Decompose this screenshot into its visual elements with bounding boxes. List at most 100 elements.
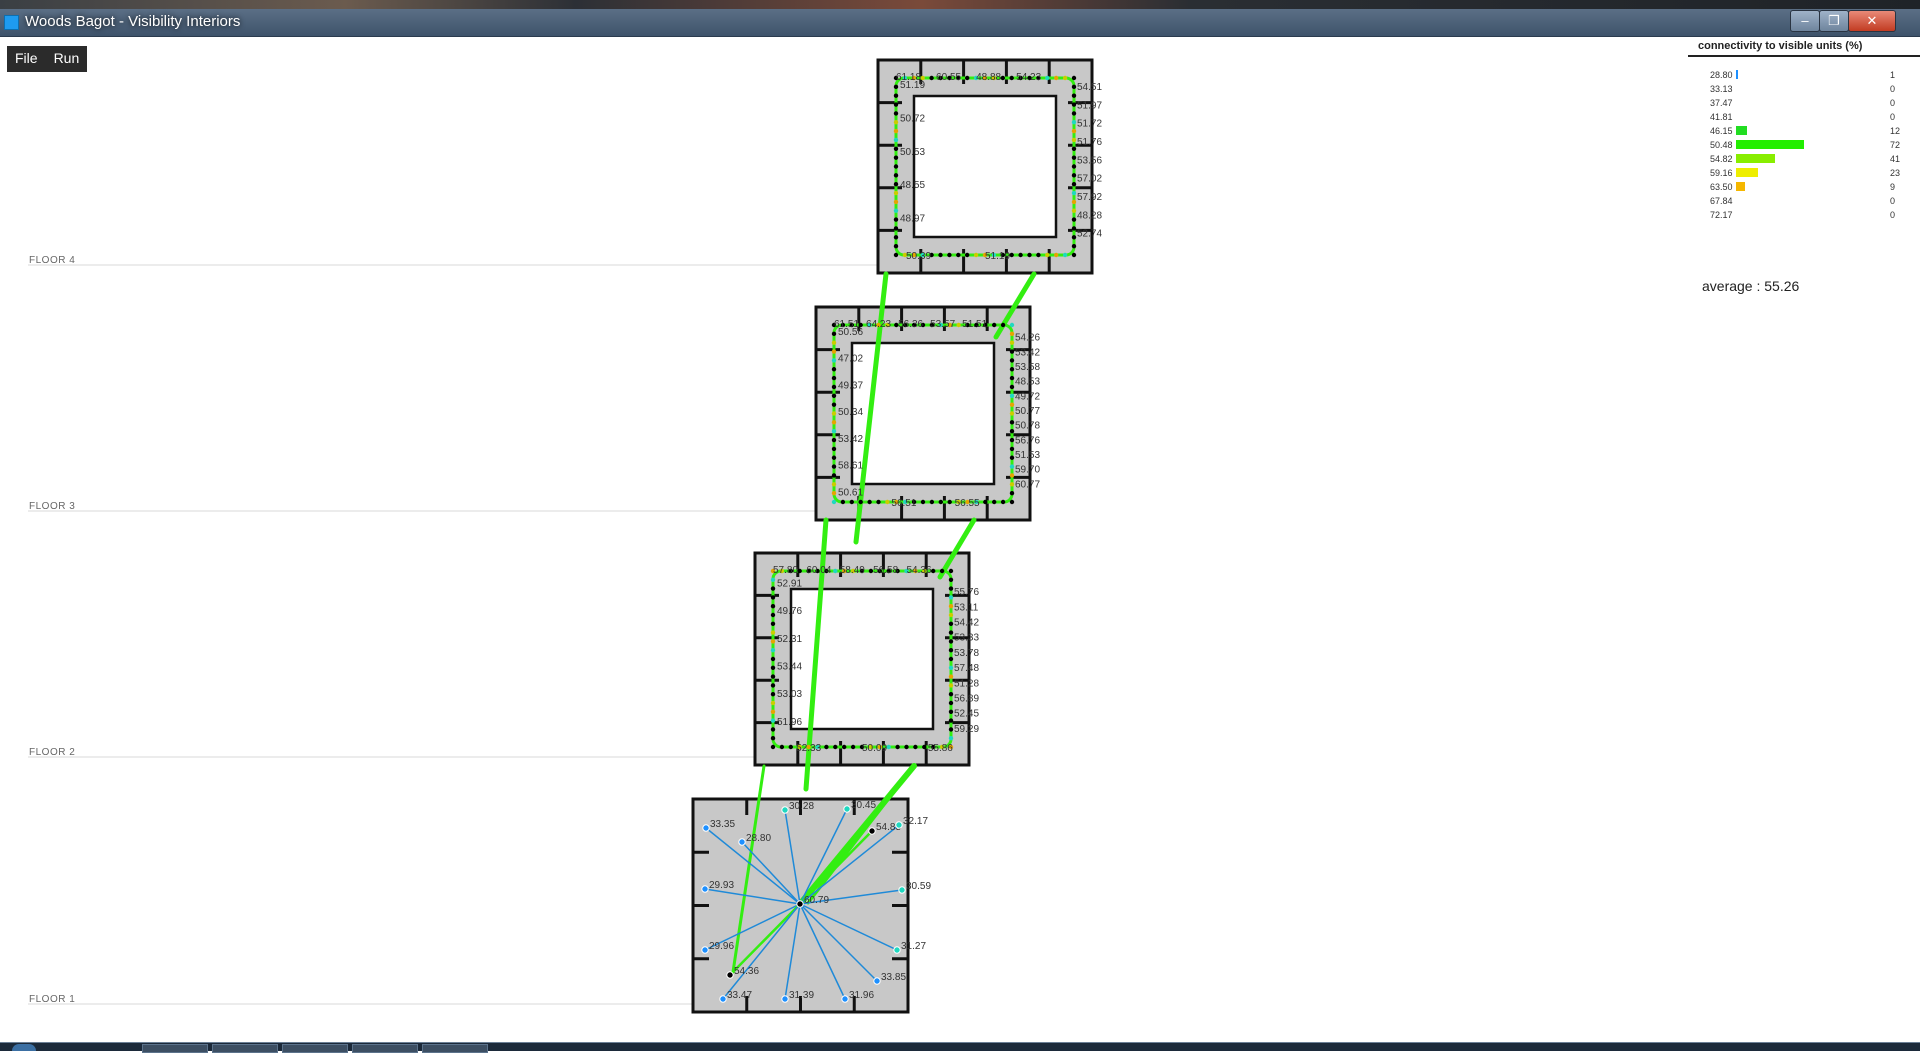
point-label: 53.44: [777, 662, 802, 673]
point-label: 51.76: [1077, 137, 1102, 148]
analysis-point: [893, 155, 899, 160]
analysis-point: [1009, 402, 1015, 407]
close-button[interactable]: ✕: [1848, 10, 1896, 32]
bin-value: 72.17: [1710, 210, 1733, 220]
analysis-point: [1009, 437, 1015, 443]
floor1-point: [796, 900, 804, 908]
analysis-point: [1054, 252, 1059, 258]
point-label: 58.61: [838, 461, 863, 472]
point-label: 51.51: [962, 319, 987, 330]
analysis-point: [831, 437, 837, 443]
analysis-point: [893, 243, 899, 249]
analysis-point: [1009, 349, 1015, 354]
taskbar-app[interactable]: [282, 1044, 348, 1053]
average-value: average : 55.26: [1702, 278, 1800, 294]
analysis-point: [948, 665, 954, 670]
point-label: 54.51: [1077, 82, 1102, 93]
floor1-point-label: 33.47: [727, 990, 752, 1001]
floor1-point-label: 33.35: [710, 819, 735, 830]
taskbar-app[interactable]: [212, 1044, 278, 1053]
visibility-canvas[interactable]: FLOOR 4FLOOR 3FLOOR 2FLOOR 1 61.18 60.55 4…: [0, 37, 1680, 1037]
point-label: 52.74: [1077, 229, 1102, 240]
floor-plans: [691, 58, 1094, 1014]
analysis-point: [1009, 331, 1015, 337]
histogram-row: 72.17 0: [1688, 208, 1920, 222]
analysis-point: [831, 464, 837, 469]
point-label: 48.88: [976, 72, 1001, 83]
connectivity-legend: connectivity to visible units (%) 28.80 1…: [1688, 38, 1920, 294]
point-label: 55.86: [928, 743, 953, 754]
point-label: 53.03: [777, 689, 802, 700]
analysis-point: [1009, 358, 1015, 363]
analysis-point: [770, 665, 776, 670]
analysis-point: [893, 128, 899, 134]
analysis-point: [922, 744, 927, 750]
floor1-point: [781, 995, 789, 1003]
analysis-point: [831, 411, 837, 416]
point-label: 47.02: [838, 354, 863, 365]
analysis-point: [1009, 75, 1014, 81]
analysis-point: [1009, 473, 1015, 478]
analysis-point: [1071, 208, 1077, 213]
point-label: 51.19: [900, 80, 925, 91]
taskbar-app[interactable]: [142, 1044, 208, 1053]
analysis-point: [948, 683, 954, 688]
floor1-point-label: 54.36: [734, 966, 759, 977]
floor1-point: [873, 977, 881, 985]
bin-bar: [1736, 182, 1745, 191]
point-label: 53.58: [1015, 362, 1040, 373]
bin-count: 12: [1890, 126, 1901, 136]
taskbar-app[interactable]: [352, 1044, 418, 1053]
analysis-point: [1009, 393, 1015, 398]
analysis-point: [956, 322, 961, 328]
bin-value: 59.16: [1710, 168, 1733, 178]
point-label: 48.55: [900, 180, 925, 191]
analysis-point: [1009, 490, 1015, 496]
analysis-point: [1071, 84, 1077, 90]
analysis-point: [1071, 252, 1077, 258]
analysis-point: [1071, 120, 1077, 125]
analysis-point: [929, 499, 935, 505]
analysis-point: [1054, 75, 1059, 81]
window-titlebar[interactable]: Woods Bagot - Visibility Interiors – ❐ ✕: [0, 9, 1920, 37]
point-label: 54.26: [1015, 333, 1040, 344]
analysis-point: [947, 499, 952, 505]
point-label: 53.78: [954, 648, 979, 659]
analysis-point: [831, 358, 837, 363]
analysis-point: [920, 499, 926, 505]
histogram-row: 63.50 9: [1688, 180, 1920, 194]
point-label: 50.78: [1015, 421, 1040, 432]
analysis-point: [893, 93, 899, 98]
analysis-point: [1000, 322, 1006, 328]
bin-bar: [1736, 126, 1747, 135]
floor1-point: [719, 995, 727, 1003]
floor1-point: [893, 946, 901, 954]
floor1-point: [843, 805, 851, 813]
point-label: 48.53: [1015, 377, 1040, 388]
analysis-point: [913, 744, 918, 750]
analysis-point: [770, 683, 776, 688]
analysis-point: [1062, 75, 1068, 81]
analysis-point: [893, 199, 899, 205]
histogram-row: 54.82 41: [1688, 152, 1920, 166]
point-label: 50.72: [900, 113, 925, 124]
analysis-point: [965, 75, 970, 81]
floor1-point-label: 60.79: [804, 895, 829, 906]
analysis-point: [1071, 146, 1077, 151]
analysis-point: [858, 499, 863, 505]
analysis-point: [1009, 322, 1015, 328]
bin-bar: [1736, 154, 1775, 163]
minimize-button[interactable]: –: [1790, 10, 1820, 32]
point-label: 50.61: [838, 487, 863, 498]
point-label: 56.51: [891, 498, 916, 509]
floor-label: FLOOR 1: [29, 994, 75, 1005]
analysis-point: [1071, 137, 1077, 143]
restore-button[interactable]: ❐: [1819, 10, 1849, 32]
analysis-point: [893, 102, 899, 107]
bin-bar: [1736, 168, 1758, 177]
analysis-point: [948, 595, 954, 600]
analysis-point: [885, 499, 890, 505]
point-label: 54.23: [1016, 72, 1041, 83]
taskbar-app[interactable]: [422, 1044, 488, 1053]
analysis-point: [770, 621, 776, 626]
